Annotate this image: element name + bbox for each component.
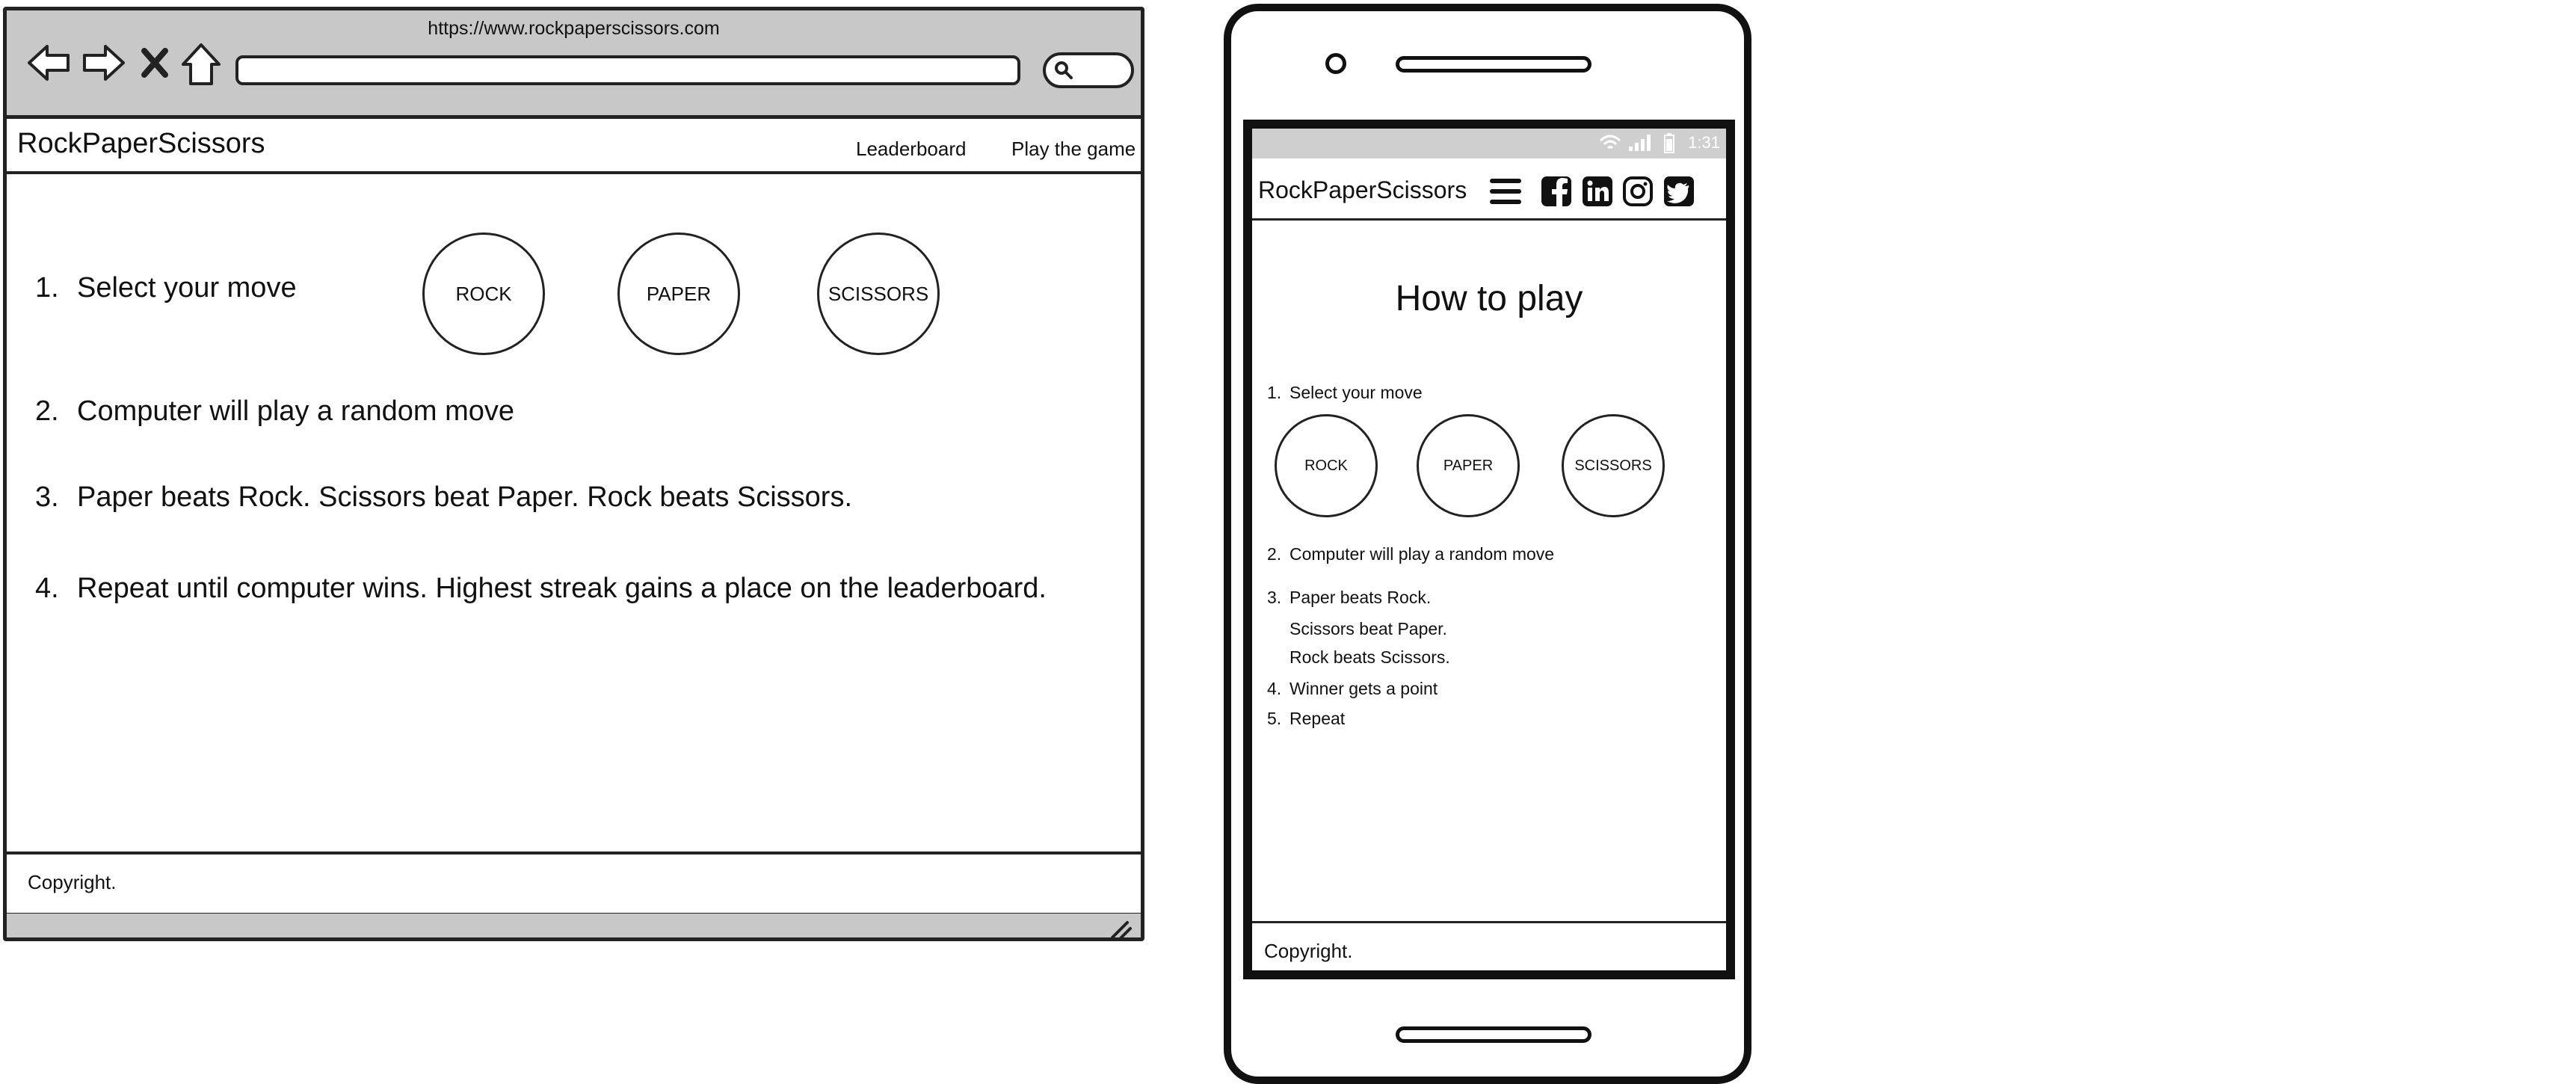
step-number: 4.	[35, 573, 59, 604]
paper-button[interactable]: PAPER	[617, 232, 740, 355]
desktop-browser-window: https://www.rockpaperscissors.com RockPa…	[3, 7, 1144, 941]
status-time: 1:31	[1688, 133, 1720, 152]
step-number: 2.	[1267, 544, 1282, 564]
mobile-step-5: 5. Repeat	[1267, 709, 1345, 729]
scissors-button[interactable]: SCISSORS	[817, 232, 940, 355]
step-text: Computer will play a random move	[1289, 544, 1555, 564]
rock-button[interactable]: ROCK	[422, 232, 545, 355]
nav-play-the-game[interactable]: Play the game	[1011, 138, 1136, 161]
step-number: 1.	[1267, 383, 1282, 402]
resize-grip-icon[interactable]	[1108, 918, 1133, 940]
step-text: Select your move	[77, 272, 297, 304]
back-arrow-icon[interactable]	[26, 42, 71, 84]
address-bar[interactable]	[235, 55, 1020, 85]
step-text: Paper beats Rock.	[1289, 588, 1432, 607]
bottom-speaker	[1396, 1026, 1591, 1043]
mobile-header: RockPaperScissors	[1252, 158, 1726, 221]
forward-arrow-icon[interactable]	[81, 42, 126, 84]
step-number: 5.	[1267, 709, 1282, 728]
step-4: 4. Repeat until computer wins. Highest st…	[35, 573, 1047, 605]
signal-icon	[1629, 135, 1651, 151]
mobile-step-3-line-3: Rock beats Scissors.	[1289, 647, 1450, 667]
twitter-icon[interactable]	[1663, 175, 1695, 208]
top-speaker	[1396, 56, 1591, 73]
mobile-rock-button[interactable]: ROCK	[1275, 414, 1378, 517]
mobile-step-3-line-2: Scissors beat Paper.	[1289, 619, 1447, 638]
step-text: Select your move	[1289, 383, 1423, 402]
step-text: Paper beats Rock. Scissors beat Paper. R…	[77, 481, 853, 513]
instagram-icon[interactable]	[1621, 175, 1654, 208]
site-brand[interactable]: RockPaperScissors	[17, 128, 265, 160]
step-text: Repeat until computer wins. Highest stre…	[77, 573, 1047, 604]
step-text: Repeat	[1289, 709, 1346, 728]
mobile-step-3: 3. Paper beats Rock.	[1267, 588, 1431, 608]
mobile-footer: Copyright.	[1252, 921, 1726, 970]
close-icon[interactable]	[140, 42, 170, 84]
footer-copyright: Copyright.	[28, 871, 117, 893]
phone-screen: 1:31 RockPaperScissors How to play 1. Se…	[1243, 120, 1735, 979]
mobile-step-2: 2. Computer will play a random move	[1267, 544, 1554, 564]
step-1: 1. Select your move	[35, 272, 297, 304]
mobile-scissors-button[interactable]: SCISSORS	[1562, 414, 1665, 517]
step-number: 3.	[35, 481, 59, 513]
status-bar: 1:31	[1252, 129, 1726, 158]
facebook-icon[interactable]	[1540, 175, 1573, 208]
url-text: https://www.rockpaperscissors.com	[428, 18, 720, 39]
site-header: RockPaperScissors Leaderboard Play the g…	[7, 119, 1141, 174]
browser-toolbar: https://www.rockpaperscissors.com	[7, 10, 1141, 119]
step-text: Computer will play a random move	[77, 395, 515, 427]
mobile-step-4: 4. Winner gets a point	[1267, 679, 1438, 699]
mobile-brand[interactable]: RockPaperScissors	[1258, 176, 1467, 204]
step-3: 3. Paper beats Rock. Scissors beat Paper.…	[35, 481, 852, 514]
mobile-step-1: 1. Select your move	[1267, 383, 1423, 403]
wifi-icon	[1599, 135, 1621, 150]
linkedin-icon[interactable]	[1581, 175, 1614, 208]
step-number: 2.	[35, 395, 59, 427]
step-number: 1.	[35, 272, 59, 304]
search-button[interactable]	[1043, 52, 1134, 88]
mobile-paper-button[interactable]: PAPER	[1417, 414, 1520, 517]
page-title: How to play	[1395, 279, 1583, 318]
footer-copyright: Copyright.	[1264, 940, 1353, 962]
hamburger-menu-icon[interactable]	[1489, 175, 1522, 208]
step-number: 3.	[1267, 588, 1282, 607]
nav-leaderboard[interactable]: Leaderboard	[856, 138, 966, 161]
step-number: 4.	[1267, 679, 1282, 698]
mobile-phone-frame: 1:31 RockPaperScissors How to play 1. Se…	[1224, 4, 1751, 1084]
home-icon[interactable]	[180, 42, 222, 87]
step-2: 2. Computer will play a random move	[35, 395, 514, 428]
site-footer: Copyright.	[7, 852, 1141, 917]
search-icon	[1055, 61, 1073, 79]
camera-icon	[1325, 53, 1346, 74]
battery-icon	[1664, 133, 1674, 153]
step-text: Winner gets a point	[1289, 679, 1438, 698]
browser-status-bar	[7, 914, 1141, 940]
